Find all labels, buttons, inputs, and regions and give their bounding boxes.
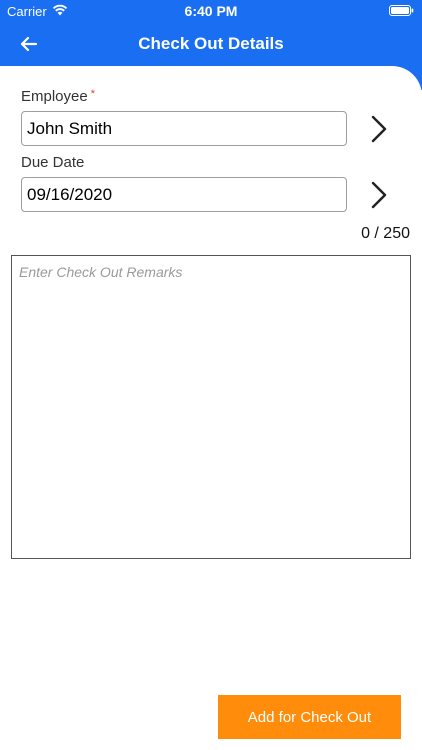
employee-label-text: Employee [21,88,88,105]
add-for-checkout-button[interactable]: Add for Check Out [218,695,401,739]
due-date-chevron-right-icon[interactable] [369,180,389,210]
nav-bar: Check Out Details [0,22,422,66]
page-title: Check Out Details [138,34,284,53]
clock-time: 6:40 PM [184,3,238,19]
due-date-field[interactable]: 09/16/2020 [21,177,347,212]
employee-field[interactable]: John Smith [21,111,347,146]
employee-label: Employee * [21,88,95,105]
required-marker: * [90,88,95,100]
remarks-character-counter: 0 / 250 [361,225,410,242]
status-bar: Carrier 6:40 PM [0,0,422,22]
battery-icon [389,5,414,16]
due-date-label: Due Date [21,154,85,171]
employee-chevron-right-icon[interactable] [369,114,389,144]
remarks-textarea[interactable]: Enter Check Out Remarks [11,255,411,559]
